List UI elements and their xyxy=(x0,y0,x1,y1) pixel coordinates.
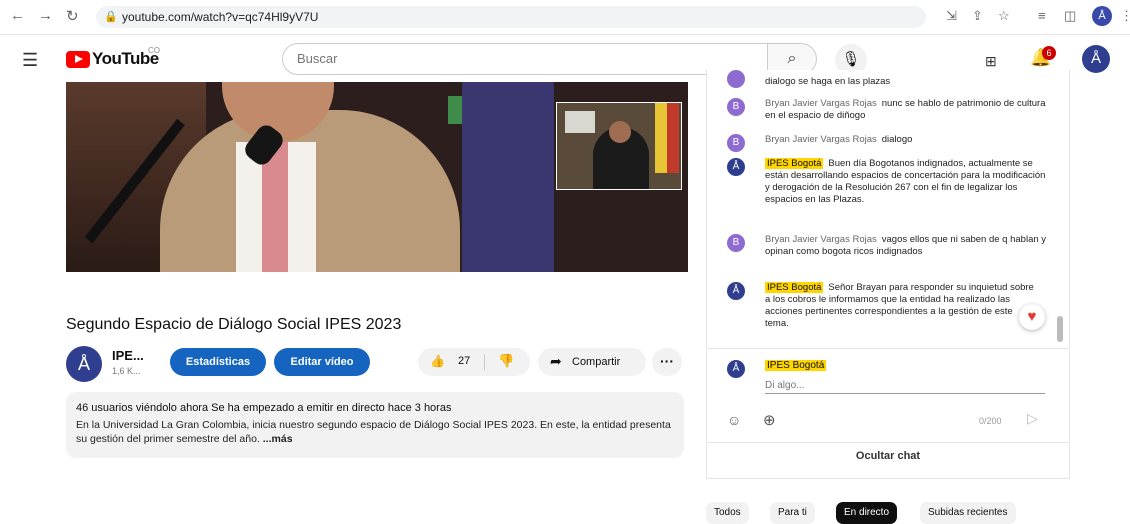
flag-yellow xyxy=(655,103,667,173)
chat-avatar xyxy=(727,70,745,88)
chat-author[interactable]: Bryan Javier Vargas Rojas xyxy=(765,134,877,145)
address-bar[interactable]: 🔒 youtube.com/watch?v=qc74Hl9yV7U xyxy=(96,6,926,28)
bookmark-star-icon[interactable]: ☆ xyxy=(998,8,1010,24)
ipes-banner xyxy=(462,82,554,272)
back-icon[interactable]: ← xyxy=(10,7,25,24)
search-box xyxy=(282,43,768,75)
notification-badge: 6 xyxy=(1042,46,1056,60)
video-player[interactable] xyxy=(66,82,688,272)
create-video-icon[interactable]: ⊞ xyxy=(985,53,997,70)
youtube-logo-icon[interactable] xyxy=(66,51,90,68)
like-count[interactable]: 27 xyxy=(458,355,470,367)
statistics-button[interactable]: Estadísticas xyxy=(170,348,266,376)
url-text[interactable]: youtube.com/watch?v=qc74Hl9yV7U xyxy=(122,10,318,24)
country-code: CO xyxy=(148,46,160,55)
hide-chat-button[interactable]: Ocultar chat xyxy=(707,450,1069,462)
browser-profile-avatar[interactable]: Å xyxy=(1092,6,1112,26)
add-icon[interactable]: ⊕ xyxy=(763,411,776,429)
composer-author-name: IPES Bogotá xyxy=(765,360,827,371)
like-dislike-group: 👍 27 👎 xyxy=(418,348,530,376)
chat-avatar: B xyxy=(727,234,745,252)
chip-all[interactable]: Todos xyxy=(706,502,749,524)
side-panel-icon[interactable]: ◫ xyxy=(1064,8,1076,24)
description-box[interactable]: 46 usuarios viéndolo ahora Se ha empezad… xyxy=(66,392,684,458)
channel-subscriber-count: 1,6 K... xyxy=(112,366,141,376)
chat-owner-author[interactable]: IPES Bogotá xyxy=(765,282,824,293)
chat-avatar: B xyxy=(727,134,745,152)
emoji-icon[interactable]: ☺ xyxy=(727,412,741,428)
lock-icon: 🔒 xyxy=(104,11,118,23)
chip-for-you[interactable]: Para ti xyxy=(770,502,815,524)
description-text: En la Universidad La Gran Colombia, inic… xyxy=(76,418,676,446)
description-body: En la Universidad La Gran Colombia, inic… xyxy=(76,419,671,445)
chat-message-body: IPES Bogotá Buen día Bogotanos indignados… xyxy=(765,158,1050,206)
like-icon[interactable]: 👍 xyxy=(430,354,445,368)
share-label: Compartir xyxy=(572,356,621,368)
chat-avatar: Å xyxy=(727,282,745,300)
browser-toolbar: ← → ↻ 🔒 youtube.com/watch?v=qc74Hl9yV7U … xyxy=(0,0,1130,35)
heart-reaction-icon[interactable]: ♥ xyxy=(1019,304,1045,330)
chat-avatar: Å xyxy=(727,158,745,176)
search-input[interactable] xyxy=(295,50,739,67)
chat-message-body: Bryan Javier Vargas Rojas nunc se hablo d… xyxy=(765,98,1050,122)
edit-video-button[interactable]: Editar vídeo xyxy=(274,348,370,376)
search-icon: ⌕ xyxy=(787,50,797,67)
chat-owner-author[interactable]: IPES Bogotá xyxy=(765,158,824,169)
hide-chat-divider xyxy=(707,442,1069,443)
send-icon[interactable]: ▷ xyxy=(1027,410,1038,427)
chat-message-body: IPES Bogotá Señor Brayan para responder s… xyxy=(765,282,1035,330)
character-count: 0/200 xyxy=(979,416,1002,426)
chat-divider xyxy=(707,348,1069,349)
composer-avatar: Å xyxy=(727,360,745,378)
microphone-icon: 🎙 xyxy=(841,51,861,68)
browser-menu-icon[interactable]: ⋮ xyxy=(1120,8,1130,24)
chat-message-text: dialogo xyxy=(881,134,913,145)
live-chat-panel: dialogo se haga en las plazas B Bryan Ja… xyxy=(706,70,1070,479)
video-title: Segundo Espacio de Diálogo Social IPES 2… xyxy=(66,316,402,333)
account-avatar[interactable]: Å xyxy=(1082,45,1110,73)
inset-screen xyxy=(565,111,595,133)
chat-message-body: Bryan Javier Vargas Rojas vagos ellos que… xyxy=(765,234,1050,258)
description-more-link[interactable]: ...más xyxy=(263,433,293,445)
like-divider xyxy=(484,354,485,370)
hamburger-menu-icon[interactable]: ☰ xyxy=(22,50,38,71)
reload-icon[interactable]: ↻ xyxy=(66,7,79,25)
dislike-icon[interactable]: 👎 xyxy=(498,353,514,369)
interpreter-face xyxy=(609,121,631,143)
chat-author[interactable]: Bryan Javier Vargas Rojas xyxy=(765,234,877,245)
chip-live[interactable]: En directo xyxy=(836,502,898,524)
chat-scrollbar[interactable] xyxy=(1057,316,1063,342)
chat-avatar: B xyxy=(727,98,745,116)
share-arrow-icon: ➦ xyxy=(550,353,562,369)
more-actions-button[interactable]: ··· xyxy=(652,348,682,376)
chat-author[interactable]: Bryan Javier Vargas Rojas xyxy=(765,98,877,109)
channel-avatar[interactable]: Å xyxy=(66,346,102,382)
channel-name[interactable]: IPE... xyxy=(112,348,144,363)
forward-icon[interactable]: → xyxy=(38,7,53,24)
sign-language-interpreter-inset xyxy=(556,102,682,190)
chat-message-input[interactable] xyxy=(765,378,1045,394)
share-page-icon[interactable]: ⇪ xyxy=(972,8,983,24)
reading-list-icon[interactable]: ≡ xyxy=(1038,8,1046,23)
flag-red xyxy=(667,103,679,173)
chip-recent-uploads[interactable]: Subidas recientes xyxy=(920,502,1016,524)
description-stats: 46 usuarios viéndolo ahora Se ha empezad… xyxy=(76,402,452,414)
chat-message-body: Bryan Javier Vargas Rojas dialogo xyxy=(765,134,1050,146)
chat-message-text: dialogo se haga en las plazas xyxy=(765,76,891,87)
install-app-icon[interactable]: ⇲ xyxy=(946,8,957,24)
share-button[interactable]: ➦ Compartir xyxy=(538,348,646,376)
